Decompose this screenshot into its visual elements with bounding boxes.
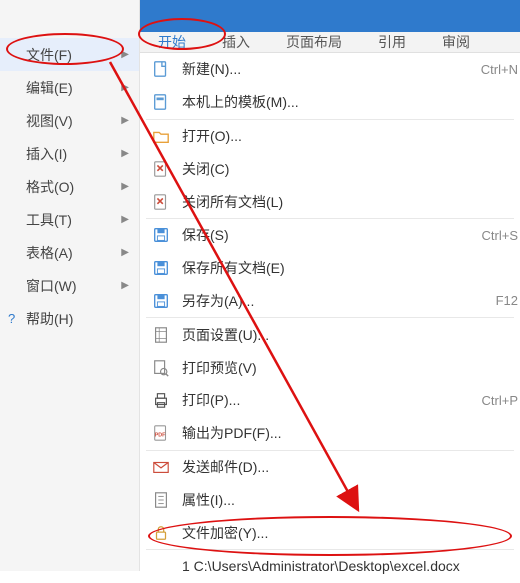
submenu-item-open[interactable]: 打开(O)... <box>140 120 520 153</box>
submenu-item-save[interactable]: 保存(S)Ctrl+S <box>140 219 520 252</box>
submenu-item-preview[interactable]: 打印预览(V) <box>140 351 520 384</box>
main-menu-sidebar: 文件(F)▶编辑(E)▶视图(V)▶插入(I)▶格式(O)▶工具(T)▶表格(A… <box>0 0 140 571</box>
submenu-arrow-icon: ▶ <box>121 148 129 159</box>
ribbon-tabs: 开始插入页面布局引用审阅 <box>140 32 520 53</box>
submenu-item-encrypt[interactable]: 文件加密(Y)... <box>140 516 520 549</box>
menu-item-4[interactable]: 格式(O) ▶ <box>0 170 139 203</box>
save-icon <box>150 224 172 246</box>
submenu-item-label: 打印预览(V) <box>182 358 520 378</box>
encrypt-icon <box>150 522 172 544</box>
menu-item-5[interactable]: 工具(T) ▶ <box>0 203 139 236</box>
pdf-icon: PDF <box>150 422 172 444</box>
submenu-item-label: 新建(N)... <box>182 59 481 79</box>
submenu-arrow-icon: ▶ <box>121 280 129 291</box>
submenu-item-pagesetup[interactable]: 页面设置(U)... <box>140 318 520 351</box>
ribbon-tab-3[interactable]: 引用 <box>360 32 424 52</box>
submenu-item-label: 保存所有文档(E) <box>182 258 520 278</box>
submenu-item-label: 属性(I)... <box>182 490 520 510</box>
submenu-item-label: 本机上的模板(M)... <box>182 92 520 112</box>
submenu-arrow-icon: ▶ <box>121 214 129 225</box>
menu-item-label: 格式(O) <box>26 177 74 197</box>
submenu-item-label: 另存为(A)... <box>182 291 496 311</box>
submenu-item-label: 1 C:\Users\Administrator\Desktop\excel.d… <box>182 558 520 574</box>
submenu-item-template[interactable]: 本机上的模板(M)... <box>140 86 520 119</box>
template-icon <box>150 91 172 113</box>
print-icon <box>150 389 172 411</box>
menu-item-label: 插入(I) <box>26 144 67 164</box>
submenu-item-label: 打印(P)... <box>182 390 482 410</box>
svg-text:PDF: PDF <box>155 433 166 439</box>
saveas-icon <box>150 290 172 312</box>
new-icon <box>150 58 172 80</box>
submenu-item-label: 打开(O)... <box>182 126 520 146</box>
menu-item-label: 表格(A) <box>26 243 73 263</box>
menu-item-label: 视图(V) <box>26 111 73 131</box>
submenu-item-mail[interactable]: 发送邮件(D)... <box>140 451 520 484</box>
preview-icon <box>150 357 172 379</box>
ribbon-tab-4[interactable]: 审阅 <box>424 32 488 52</box>
menu-item-label: 窗口(W) <box>26 276 77 296</box>
submenu-item-label: 输出为PDF(F)... <box>182 423 520 443</box>
props-icon <box>150 489 172 511</box>
submenu-arrow-icon: ▶ <box>121 49 129 60</box>
help-icon: ? <box>8 311 15 326</box>
menu-item-1[interactable]: 编辑(E) ▶ <box>0 71 139 104</box>
submenu-item-shortcut: Ctrl+P <box>482 393 520 408</box>
submenu-item-shortcut: Ctrl+S <box>482 228 520 243</box>
submenu-item-closeall[interactable]: 关闭所有文档(L) <box>140 185 520 218</box>
submenu-item-close[interactable]: 关闭(C) <box>140 152 520 185</box>
menu-item-label: 工具(T) <box>26 210 72 230</box>
submenu-item-label: 页面设置(U)... <box>182 325 520 345</box>
menu-item-label: 帮助(H) <box>26 309 73 329</box>
submenu-item-saveas[interactable]: 另存为(A)...F12 <box>140 285 520 318</box>
ribbon-tab-0[interactable]: 开始 <box>140 32 204 52</box>
ribbon-tab-1[interactable]: 插入 <box>204 32 268 52</box>
submenu-item-saveall[interactable]: 保存所有文档(E) <box>140 252 520 285</box>
submenu-arrow-icon: ▶ <box>121 181 129 192</box>
submenu-item-label: 关闭所有文档(L) <box>182 192 520 212</box>
submenu-item-pdf[interactable]: PDF 输出为PDF(F)... <box>140 417 520 450</box>
recent-icon <box>150 555 172 577</box>
menu-item-7[interactable]: 窗口(W) ▶ <box>0 269 139 302</box>
pagesetup-icon <box>150 324 172 346</box>
menu-item-8[interactable]: ? 帮助(H) <box>0 302 139 335</box>
submenu-item-label: 关闭(C) <box>182 159 520 179</box>
submenu-arrow-icon: ▶ <box>121 115 129 126</box>
submenu-arrow-icon: ▶ <box>121 82 129 93</box>
submenu-item-shortcut: Ctrl+N <box>481 62 520 77</box>
open-icon <box>150 125 172 147</box>
menu-item-label: 编辑(E) <box>26 78 73 98</box>
mail-icon <box>150 456 172 478</box>
submenu-arrow-icon: ▶ <box>121 247 129 258</box>
close-icon <box>150 158 172 180</box>
submenu-item-label: 发送邮件(D)... <box>182 457 520 477</box>
menu-item-6[interactable]: 表格(A) ▶ <box>0 236 139 269</box>
saveall-icon <box>150 257 172 279</box>
menu-item-2[interactable]: 视图(V) ▶ <box>0 104 139 137</box>
menu-item-label: 文件(F) <box>26 45 72 65</box>
menu-item-3[interactable]: 插入(I) ▶ <box>0 137 139 170</box>
submenu-item-label: 保存(S) <box>182 225 482 245</box>
submenu-item-new[interactable]: 新建(N)...Ctrl+N <box>140 53 520 86</box>
submenu-item-props[interactable]: 属性(I)... <box>140 483 520 516</box>
menu-item-0[interactable]: 文件(F) ▶ <box>0 38 139 71</box>
submenu-item-shortcut: F12 <box>496 293 520 308</box>
submenu-item-recent[interactable]: 1 C:\Users\Administrator\Desktop\excel.d… <box>140 550 520 583</box>
closeall-icon <box>150 191 172 213</box>
file-submenu: 新建(N)...Ctrl+N 本机上的模板(M)... 打开(O)... 关闭(C) 关… <box>140 53 520 583</box>
submenu-item-print[interactable]: 打印(P)...Ctrl+P <box>140 384 520 417</box>
submenu-item-label: 文件加密(Y)... <box>182 523 520 543</box>
ribbon-tab-2[interactable]: 页面布局 <box>268 32 360 52</box>
